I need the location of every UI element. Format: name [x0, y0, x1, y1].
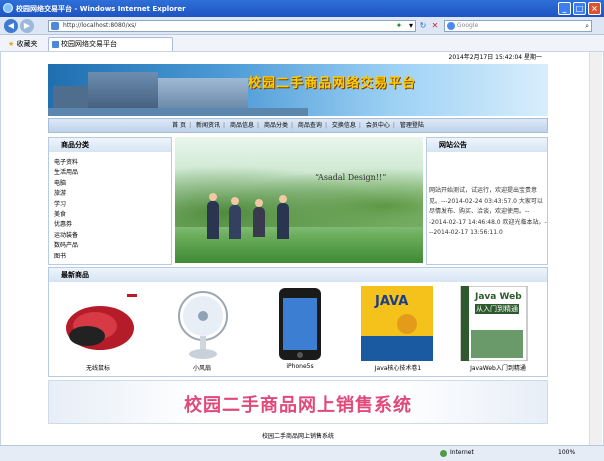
- phone-icon: [279, 288, 321, 360]
- refresh-icon[interactable]: ↻: [418, 20, 428, 31]
- mouse-icon: [66, 294, 137, 350]
- search-icon[interactable]: ⌕: [585, 21, 589, 31]
- category-list: 电子资料 生活用品 电脑 旅游 学习 美食 优惠券 运动装备 数码产品 图书: [54, 158, 78, 262]
- page-datetime: 2014年2月17日 15:42:04 星期一: [448, 54, 542, 61]
- category-item[interactable]: 生活用品: [54, 168, 78, 178]
- security-zone[interactable]: Internet: [450, 449, 474, 456]
- footer-banner: 校园二手商品网上销售系统: [48, 380, 548, 424]
- tab-title: 校园网络交易平台: [61, 40, 117, 48]
- category-item[interactable]: 学习: [54, 200, 78, 210]
- menu-item-home[interactable]: 首 页: [170, 122, 188, 129]
- menu-item-search[interactable]: 商品查询: [296, 122, 324, 129]
- tab-current[interactable]: 校园网络交易平台: [48, 37, 173, 51]
- student-head: [209, 193, 217, 201]
- internet-zone-icon: [440, 450, 447, 457]
- status-bar: Internet 100%: [0, 445, 604, 461]
- category-panel: 商品分类 电子资料 生活用品 电脑 旅游 学习 美食 优惠券 运动装备 数码产品…: [48, 137, 172, 265]
- favorites-button[interactable]: ★ 收藏夹: [8, 39, 38, 49]
- category-item[interactable]: 电脑: [54, 179, 78, 189]
- menu-item-member[interactable]: 会员中心: [364, 122, 392, 129]
- stop-icon[interactable]: ✕: [430, 20, 440, 31]
- student-figure: [229, 205, 241, 239]
- book-cover-subtitle: 从入门到精通: [475, 304, 519, 314]
- address-toolbar: ◀ ▶ http://localhost:8080/xs/ ✦ ▾ ↻ ✕ Go…: [0, 17, 604, 35]
- student-head: [255, 199, 263, 207]
- product-name: iPhone5s: [286, 363, 314, 370]
- window-title: 校园网络交易平台 - Windows Internet Explorer: [16, 5, 186, 13]
- compatibility-icon[interactable]: ✦: [394, 20, 404, 31]
- menu-item-exchange[interactable]: 交换信息: [330, 122, 358, 129]
- search-placeholder: Google: [457, 22, 479, 29]
- vertical-scrollbar[interactable]: [589, 52, 602, 445]
- address-dropdown-icon[interactable]: ▾: [406, 20, 416, 31]
- student-figure: [207, 201, 219, 239]
- category-item[interactable]: 美食: [54, 210, 78, 220]
- banner-title: 校园二手商品网络交易平台: [248, 76, 417, 91]
- main-menu: 首 页 | 新闻资讯 | 商品信息 | 商品分类 | 商品查询 | 交换信息 | 会员中心 |…: [48, 118, 548, 133]
- banner-water: [48, 108, 308, 116]
- address-input[interactable]: http://localhost:8080/xs/: [48, 20, 416, 32]
- footer-banner-title: 校园二手商品网上销售系统: [184, 395, 412, 416]
- star-icon: ★: [8, 40, 15, 48]
- students-photo: “Asadal Design!!”: [175, 137, 423, 263]
- ie-logo-icon: [3, 3, 13, 13]
- student-figure: [277, 203, 289, 239]
- fan-icon: [178, 291, 228, 359]
- book-cover-title: Java Web: [475, 292, 522, 302]
- product-card[interactable]: 小风扇: [161, 286, 243, 372]
- announcement-panel: 网站公告 网站开始测试，试运行，欢迎提出宝贵意见。---2014-02-24 0…: [426, 137, 548, 265]
- search-input[interactable]: Google ⌕: [444, 20, 592, 32]
- category-item[interactable]: 优惠券: [54, 220, 78, 230]
- book-cover-title: JAVA: [375, 294, 409, 309]
- product-name: 小风扇: [192, 365, 211, 372]
- close-button[interactable]: ×: [588, 2, 601, 15]
- category-heading: 商品分类: [49, 138, 171, 152]
- latest-products-heading: 最新商品: [49, 268, 547, 282]
- photo-caption: “Asadal Design!!”: [315, 173, 387, 182]
- student-figure: [253, 207, 265, 237]
- site-banner: 校园二手商品网络交易平台: [48, 64, 548, 116]
- zoom-level[interactable]: 100%: [558, 449, 575, 456]
- back-button[interactable]: ◀: [4, 19, 18, 33]
- student-head: [231, 197, 239, 205]
- category-item[interactable]: 运动装备: [54, 231, 78, 241]
- product-name: 无线鼠标: [85, 365, 110, 372]
- announcement-text: 网站开始测试，试运行，欢迎提出宝贵意见。---2014-02-24 03:43:…: [429, 187, 547, 236]
- product-name: JavaWeb入门到精通: [470, 365, 526, 372]
- category-item[interactable]: 数码产品: [54, 241, 78, 251]
- product-card[interactable]: 无线鼠标: [57, 286, 139, 372]
- category-item[interactable]: 图书: [54, 252, 78, 262]
- product-card[interactable]: JAVA Java核心技术卷1: [357, 286, 439, 372]
- tab-page-icon: [52, 41, 59, 48]
- announcement-heading: 网站公告: [427, 138, 547, 152]
- page-footer: 校园二手商品网上销售系统: [261, 433, 334, 440]
- maximize-button[interactable]: □: [573, 2, 586, 15]
- menu-item-categories[interactable]: 商品分类: [262, 122, 290, 129]
- menu-item-goods[interactable]: 商品信息: [228, 122, 256, 129]
- favorites-bar: ★ 收藏夹 校园网络交易平台: [0, 35, 604, 52]
- student-head: [279, 195, 287, 203]
- menu-item-admin-login[interactable]: 管理登陆: [398, 122, 426, 129]
- category-item[interactable]: 旅游: [54, 189, 78, 199]
- product-name: Java核心技术卷1: [374, 365, 422, 372]
- address-url: http://localhost:8080/xs/: [63, 22, 137, 29]
- product-card[interactable]: iPhone5s: [259, 286, 341, 372]
- product-card[interactable]: Java Web 从入门到精通 JavaWeb入门到精通: [457, 286, 539, 372]
- forward-button[interactable]: ▶: [20, 19, 34, 33]
- page-icon: [51, 22, 59, 30]
- menu-item-news[interactable]: 新闻资讯: [194, 122, 222, 129]
- minimize-button[interactable]: _: [558, 2, 571, 15]
- latest-products-panel: 最新商品 无线鼠标 小风扇 iPhone5s JAVA Java核心技术卷1 J…: [48, 267, 548, 377]
- google-icon: [447, 22, 455, 30]
- window-titlebar: 校园网络交易平台 - Windows Internet Explorer _ □…: [0, 0, 604, 17]
- category-item[interactable]: 电子资料: [54, 158, 78, 168]
- favorites-label: 收藏夹: [16, 40, 38, 48]
